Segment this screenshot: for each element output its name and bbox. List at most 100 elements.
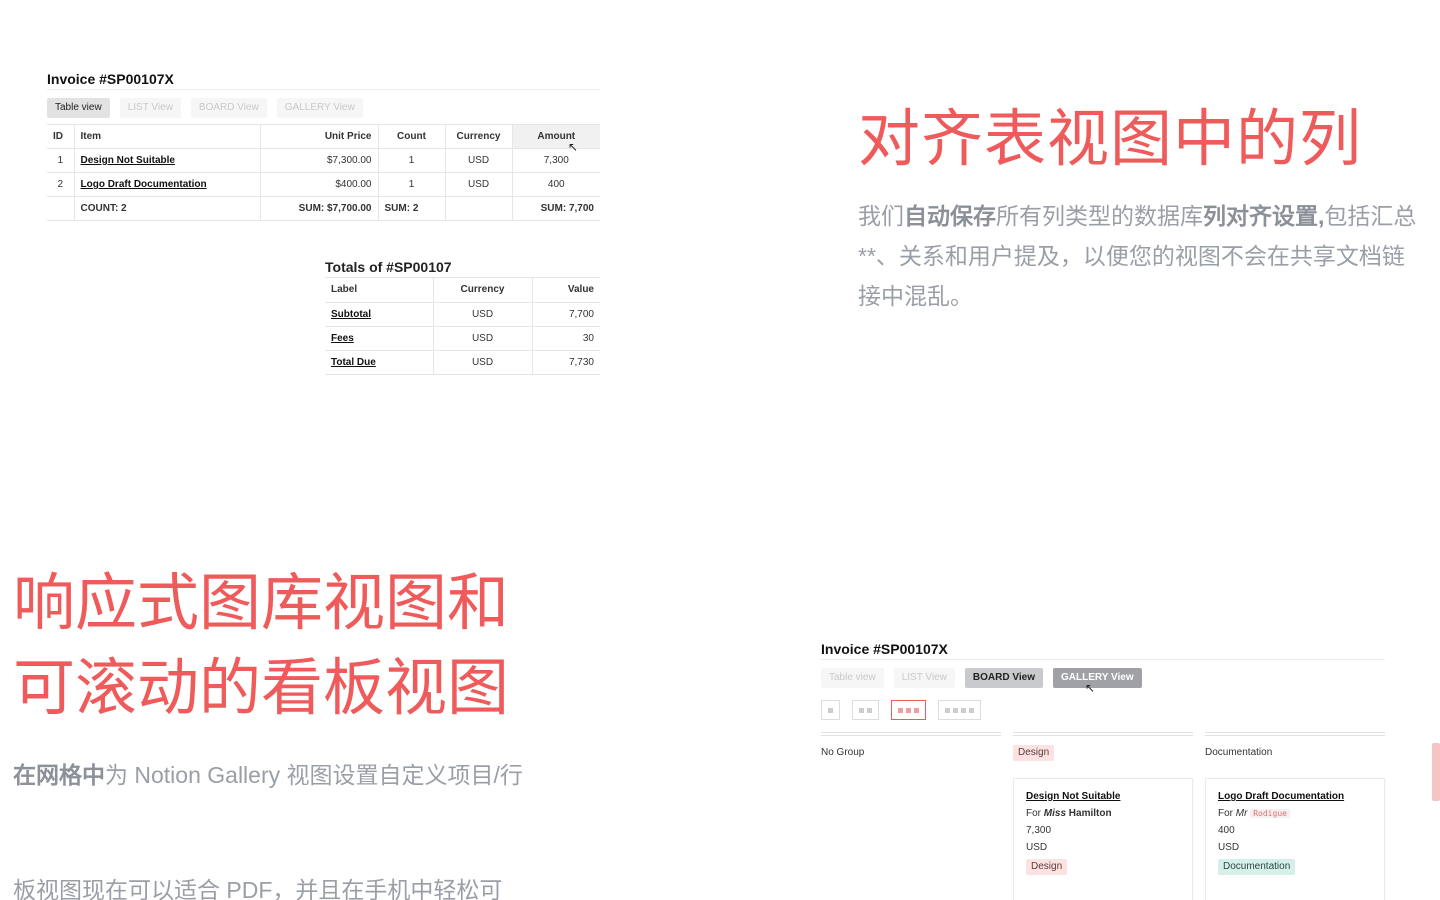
item-link[interactable]: Logo Draft Documentation [81, 179, 207, 190]
card-title[interactable]: Design Not Suitable [1026, 791, 1180, 802]
tab-table-view[interactable]: Table view [821, 668, 884, 688]
card-amount: 400 [1218, 825, 1235, 836]
invoice-board-preview: Invoice #SP00107X Table view LIST View B… [821, 638, 1385, 900]
card-for: For Mr Rodigue [1218, 808, 1372, 819]
card-currency: USD [1218, 842, 1240, 853]
col-header-value[interactable]: Value [532, 278, 600, 303]
cell-label: Fees [325, 326, 434, 351]
cell-currency: USD [433, 302, 533, 327]
cell-currency: USD [445, 148, 513, 173]
tab-table-view[interactable]: Table view [47, 98, 110, 118]
view-tabs: Table view LIST View BOARD View GALLERY … [47, 98, 600, 118]
card-currency: USD [1026, 842, 1048, 853]
table-row: 2 Logo Draft Documentation $400.00 1 USD… [47, 172, 600, 197]
item-link[interactable]: Design Not Suitable [81, 155, 175, 166]
table-row: Fees USD 30 [325, 326, 600, 351]
table-row: Total Due USD 7,730 [325, 350, 600, 375]
board-columns: No Group Design Design Not Suitable For … [821, 732, 1385, 900]
layout-4-column-button[interactable] [938, 700, 981, 720]
desc-bold: 在网格中 [13, 762, 105, 788]
for-title: Mr [1235, 808, 1248, 819]
col-header-label[interactable]: Label [325, 278, 434, 303]
col-header-unit-price[interactable]: Unit Price [260, 124, 379, 149]
heading-line: 可滚动的看板视图 [13, 651, 510, 724]
heading-line: 响应式图库视图和 [13, 566, 510, 639]
cell-item: Design Not Suitable [74, 148, 261, 173]
card-size-selector [821, 700, 1385, 720]
cell-id: 1 [47, 148, 75, 173]
cell-count: 1 [378, 148, 446, 173]
totals-title: Totals of #SP00107 [325, 256, 600, 278]
page-scrollbar[interactable] [1432, 743, 1440, 801]
col-header-currency[interactable]: Currency [433, 278, 533, 303]
section1-description: 我们自动保存所有列类型的数据库列对齐设置,包括汇总**、关系和用户提及，以便您的… [858, 196, 1418, 316]
card-tag: Documentation [1218, 859, 1296, 875]
col-header-count[interactable]: Count [378, 124, 446, 149]
desc-text: 为 Notion Gallery 视图设置自定义项目/行 [105, 762, 523, 788]
footer-sum-unit-price: SUM: $7,700.00 [260, 196, 379, 221]
totals-table-preview: Totals of #SP00107 Label Currency Value … [325, 256, 600, 375]
group-tag: Design [1013, 745, 1055, 761]
column-header: Design [1013, 744, 1193, 762]
invoice-table-preview: Invoice #SP00107X Table view LIST View B… [47, 68, 600, 221]
column-header: Documentation [1205, 747, 1273, 758]
desc-text: 我们 [858, 203, 904, 229]
footer-sum-count: SUM: 2 [378, 196, 446, 221]
tab-gallery-view[interactable]: GALLERY View [276, 98, 363, 118]
board-column-design: Design Design Not Suitable For Miss Hami… [1013, 732, 1193, 900]
card-for: For Miss Hamilton [1026, 808, 1180, 819]
layout-2-column-button[interactable] [852, 700, 879, 720]
col-header-amount[interactable]: Amount [512, 124, 600, 149]
for-name: Rodigue [1250, 809, 1290, 818]
section1-heading: 对齐表视图中的列 [858, 102, 1363, 175]
table-header-row: ID Item Unit Price Count Currency Amount [47, 124, 600, 149]
invoice-items-table: ID Item Unit Price Count Currency Amount… [47, 124, 600, 221]
cell-value: 7,700 [532, 302, 600, 327]
footer-count: COUNT: 2 [74, 196, 261, 221]
card-amount: 7,300 [1026, 825, 1052, 836]
board-column-documentation: Documentation Logo Draft Documentation F… [1205, 732, 1385, 900]
tab-gallery-view[interactable]: GALLERY View [1052, 668, 1142, 688]
cell-unit-price: $400.00 [260, 172, 379, 197]
footer-sum-amount: SUM: 7,700 [512, 196, 600, 221]
cell-unit-price: $7,300.00 [260, 148, 379, 173]
column-divider [1013, 732, 1193, 736]
invoice-title: Invoice #SP00107X [821, 638, 1385, 660]
section2-heading: 响应式图库视图和 可滚动的看板视图 [13, 560, 573, 730]
board-card[interactable]: Design Not Suitable For Miss Hamilton 7,… [1013, 778, 1193, 900]
for-label: For [1218, 808, 1233, 819]
tab-board-view[interactable]: BOARD View [964, 668, 1043, 688]
cell-amount: 7,300 [512, 148, 600, 173]
section2-description-2: 板视图现在可以适合 PDF，并且在手机中轻松可 [13, 877, 503, 900]
cell-amount: 400 [512, 172, 600, 197]
cell-count: 1 [378, 172, 446, 197]
layout-1-column-button[interactable] [821, 700, 840, 720]
col-header-id[interactable]: ID [47, 124, 75, 149]
cell-label: Total Due [325, 350, 434, 375]
totals-table: Label Currency Value Subtotal USD 7,700 … [325, 278, 600, 375]
tab-list-view[interactable]: LIST View [119, 98, 181, 118]
col-header-item[interactable]: Item [74, 124, 261, 149]
mouse-cursor-icon: ↖ [1085, 681, 1096, 695]
label-link[interactable]: Fees [331, 333, 354, 344]
table-footer-row: COUNT: 2 SUM: $7,700.00 SUM: 2 SUM: 7,70… [47, 196, 600, 221]
section2-description: 在网格中为 Notion Gallery 视图设置自定义项目/行 [13, 755, 583, 795]
table-row: Subtotal USD 7,700 [325, 302, 600, 327]
label-link[interactable]: Total Due [331, 357, 376, 368]
tab-board-view[interactable]: BOARD View [190, 98, 267, 118]
column-divider [821, 732, 1001, 736]
board-column-no-group: No Group [821, 732, 1001, 900]
board-card[interactable]: Logo Draft Documentation For Mr Rodigue … [1205, 778, 1385, 900]
col-header-currency[interactable]: Currency [445, 124, 513, 149]
layout-3-column-button[interactable] [891, 700, 926, 720]
invoice-title: Invoice #SP00107X [47, 68, 600, 90]
column-header: No Group [821, 747, 865, 758]
card-tag-row: Design [1026, 859, 1180, 875]
cell-item: Logo Draft Documentation [74, 172, 261, 197]
card-title[interactable]: Logo Draft Documentation [1218, 791, 1372, 802]
tab-list-view[interactable]: LIST View [893, 668, 955, 688]
cell-value: 7,730 [532, 350, 600, 375]
for-title: Miss [1043, 808, 1067, 819]
desc-bold: 列对齐设置, [1203, 203, 1325, 229]
label-link[interactable]: Subtotal [331, 309, 371, 320]
